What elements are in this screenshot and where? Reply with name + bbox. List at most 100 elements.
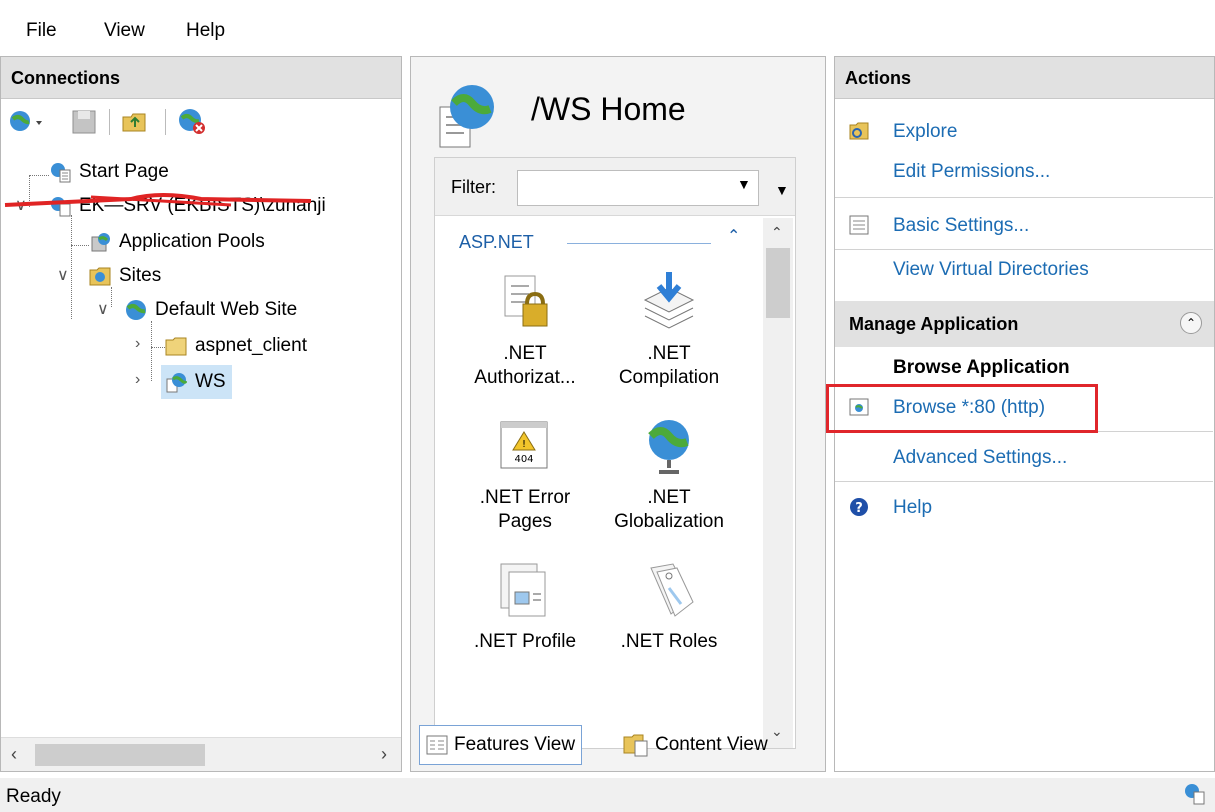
chevron-down-icon[interactable]: ∨ (97, 299, 109, 319)
profile-window-icon (500, 563, 546, 617)
feature-net-roles[interactable]: .NET Roles (599, 558, 739, 654)
connections-header: Connections (1, 57, 401, 99)
connect-globe-icon[interactable] (9, 109, 43, 133)
globe-stand-icon (648, 420, 689, 474)
feature-net-error-pages[interactable]: ! 404 .NET Error Pages (455, 414, 595, 534)
tree-item-start-page[interactable]: Start Page (49, 155, 169, 189)
feature-label: Compilation (618, 367, 720, 388)
start-page-icon (51, 163, 71, 183)
connection-status-icon (1185, 784, 1205, 805)
action-edit-permissions[interactable]: Edit Permissions... (893, 161, 1050, 183)
svg-text:?: ? (855, 501, 863, 516)
menu-view[interactable]: View (104, 20, 145, 42)
feature-net-compilation[interactable]: .NET Compilation (599, 270, 739, 390)
features-view-icon (426, 735, 448, 755)
filter-label: Filter: (451, 177, 496, 197)
chevron-right-icon[interactable]: › (135, 371, 140, 389)
help-icon: ? (850, 498, 868, 516)
tree-label: Start Page (79, 161, 169, 182)
redaction-scribble (4, 193, 312, 207)
connections-toolbar (1, 101, 401, 141)
tree-label: Default Web Site (155, 299, 298, 320)
filter-dropdown-icon[interactable]: ▼ (737, 176, 751, 192)
feature-net-profile[interactable]: .NET Profile (455, 558, 595, 654)
home-globe-icon (439, 85, 494, 148)
tree-item-aspnet-client[interactable]: aspnet_client (165, 329, 307, 363)
collapse-section-icon[interactable]: ⌃ (1180, 312, 1202, 334)
web-app-icon (166, 373, 187, 393)
scroll-up-icon[interactable]: ⌃ (771, 224, 783, 241)
filter-bar: Filter: ▼ ▼ (435, 158, 795, 216)
feature-label: .NET (647, 343, 691, 364)
action-help[interactable]: Help (893, 497, 932, 519)
highlight-annotation (826, 384, 1098, 433)
save-icon[interactable] (71, 109, 97, 135)
sites-folder-icon (89, 267, 111, 286)
action-explore[interactable]: Explore (893, 121, 957, 143)
features-list: Filter: ▼ ▼ ASP.NET ⌃ .NET Authorizat... (434, 157, 796, 749)
feature-label: .NET (503, 343, 547, 364)
feature-label: .NET (647, 487, 691, 508)
roles-tag-icon (650, 563, 694, 617)
chevron-down-icon[interactable]: ∨ (57, 265, 69, 285)
tab-features-view[interactable]: Features View (419, 725, 583, 765)
toolbar-overflow-icon[interactable]: ▼ (775, 182, 789, 198)
feature-label: Authorizat... (474, 367, 576, 388)
tree-item-application-pools[interactable]: Application Pools (89, 225, 265, 259)
svg-text:!: ! (522, 439, 526, 450)
manage-application-header: Manage Application ⌃ (835, 301, 1214, 347)
globe-icon (126, 300, 146, 320)
tab-content-view[interactable]: Content View (617, 725, 774, 765)
menu-help[interactable]: Help (186, 20, 225, 42)
connections-panel: Connections Start Page ∨ EK—SRV (EKBISTS… (0, 56, 402, 772)
horizontal-scrollbar[interactable]: ‹ › (1, 737, 401, 771)
page-title: /WS Home (531, 91, 686, 127)
tab-label: Content View (655, 734, 768, 755)
vertical-scrollbar[interactable]: ⌃ ⌄ (763, 218, 793, 748)
tree-item-ws[interactable]: WS (161, 365, 232, 399)
features-panel: /WS Home Filter: ▼ ▼ ASP.NET ⌃ .NET Auth… (410, 56, 826, 772)
action-view-virtual-directories[interactable]: View Virtual Directories (893, 259, 1089, 281)
feature-label: .NET Profile (473, 631, 577, 652)
lock-document-icon (504, 275, 548, 327)
group-collapse-icon[interactable]: ⌃ (727, 226, 740, 246)
scroll-right-icon[interactable]: › (381, 744, 387, 765)
up-folder-icon[interactable] (121, 109, 149, 135)
action-advanced-settings[interactable]: Advanced Settings... (893, 447, 1067, 469)
action-basic-settings[interactable]: Basic Settings... (893, 215, 1029, 237)
divider (835, 197, 1213, 198)
content-view-icon (623, 734, 648, 757)
chevron-right-icon[interactable]: › (135, 335, 140, 353)
browse-application-heading: Browse Application (893, 357, 1070, 378)
status-bar: Ready (0, 778, 1215, 812)
stack-download-icon (643, 272, 695, 329)
tab-label: Features View (454, 734, 576, 755)
view-tabs: Features View Content View (419, 725, 819, 765)
actions-header: Actions (835, 57, 1214, 99)
scroll-thumb[interactable] (35, 744, 205, 766)
feature-net-globalization[interactable]: .NET Globalization (599, 414, 739, 534)
group-header-aspnet[interactable]: ASP.NET (459, 232, 534, 253)
section-title: Manage Application (849, 314, 1019, 334)
feature-net-authorization[interactable]: .NET Authorizat... (455, 270, 595, 390)
scroll-left-icon[interactable]: ‹ (11, 744, 17, 765)
menu-bar: File View Help (0, 0, 1215, 56)
svg-text:404: 404 (514, 454, 533, 465)
divider (835, 481, 1213, 482)
filter-input[interactable] (517, 170, 759, 206)
disconnect-icon[interactable] (177, 107, 207, 135)
feature-label: Pages (498, 511, 552, 532)
tree-label: WS (195, 371, 226, 392)
tree-item-sites[interactable]: Sites (89, 259, 161, 293)
folder-icon (165, 337, 187, 356)
app-pool-icon (91, 233, 110, 252)
divider (835, 249, 1213, 250)
menu-file[interactable]: File (26, 20, 57, 42)
explore-folder-icon (849, 122, 869, 140)
basic-settings-icon (849, 215, 869, 235)
feature-label: .NET Roles (620, 631, 718, 652)
scroll-thumb[interactable] (766, 248, 790, 318)
status-text: Ready (6, 786, 61, 807)
feature-label: .NET Error (479, 487, 571, 508)
tree-label: aspnet_client (195, 335, 307, 356)
